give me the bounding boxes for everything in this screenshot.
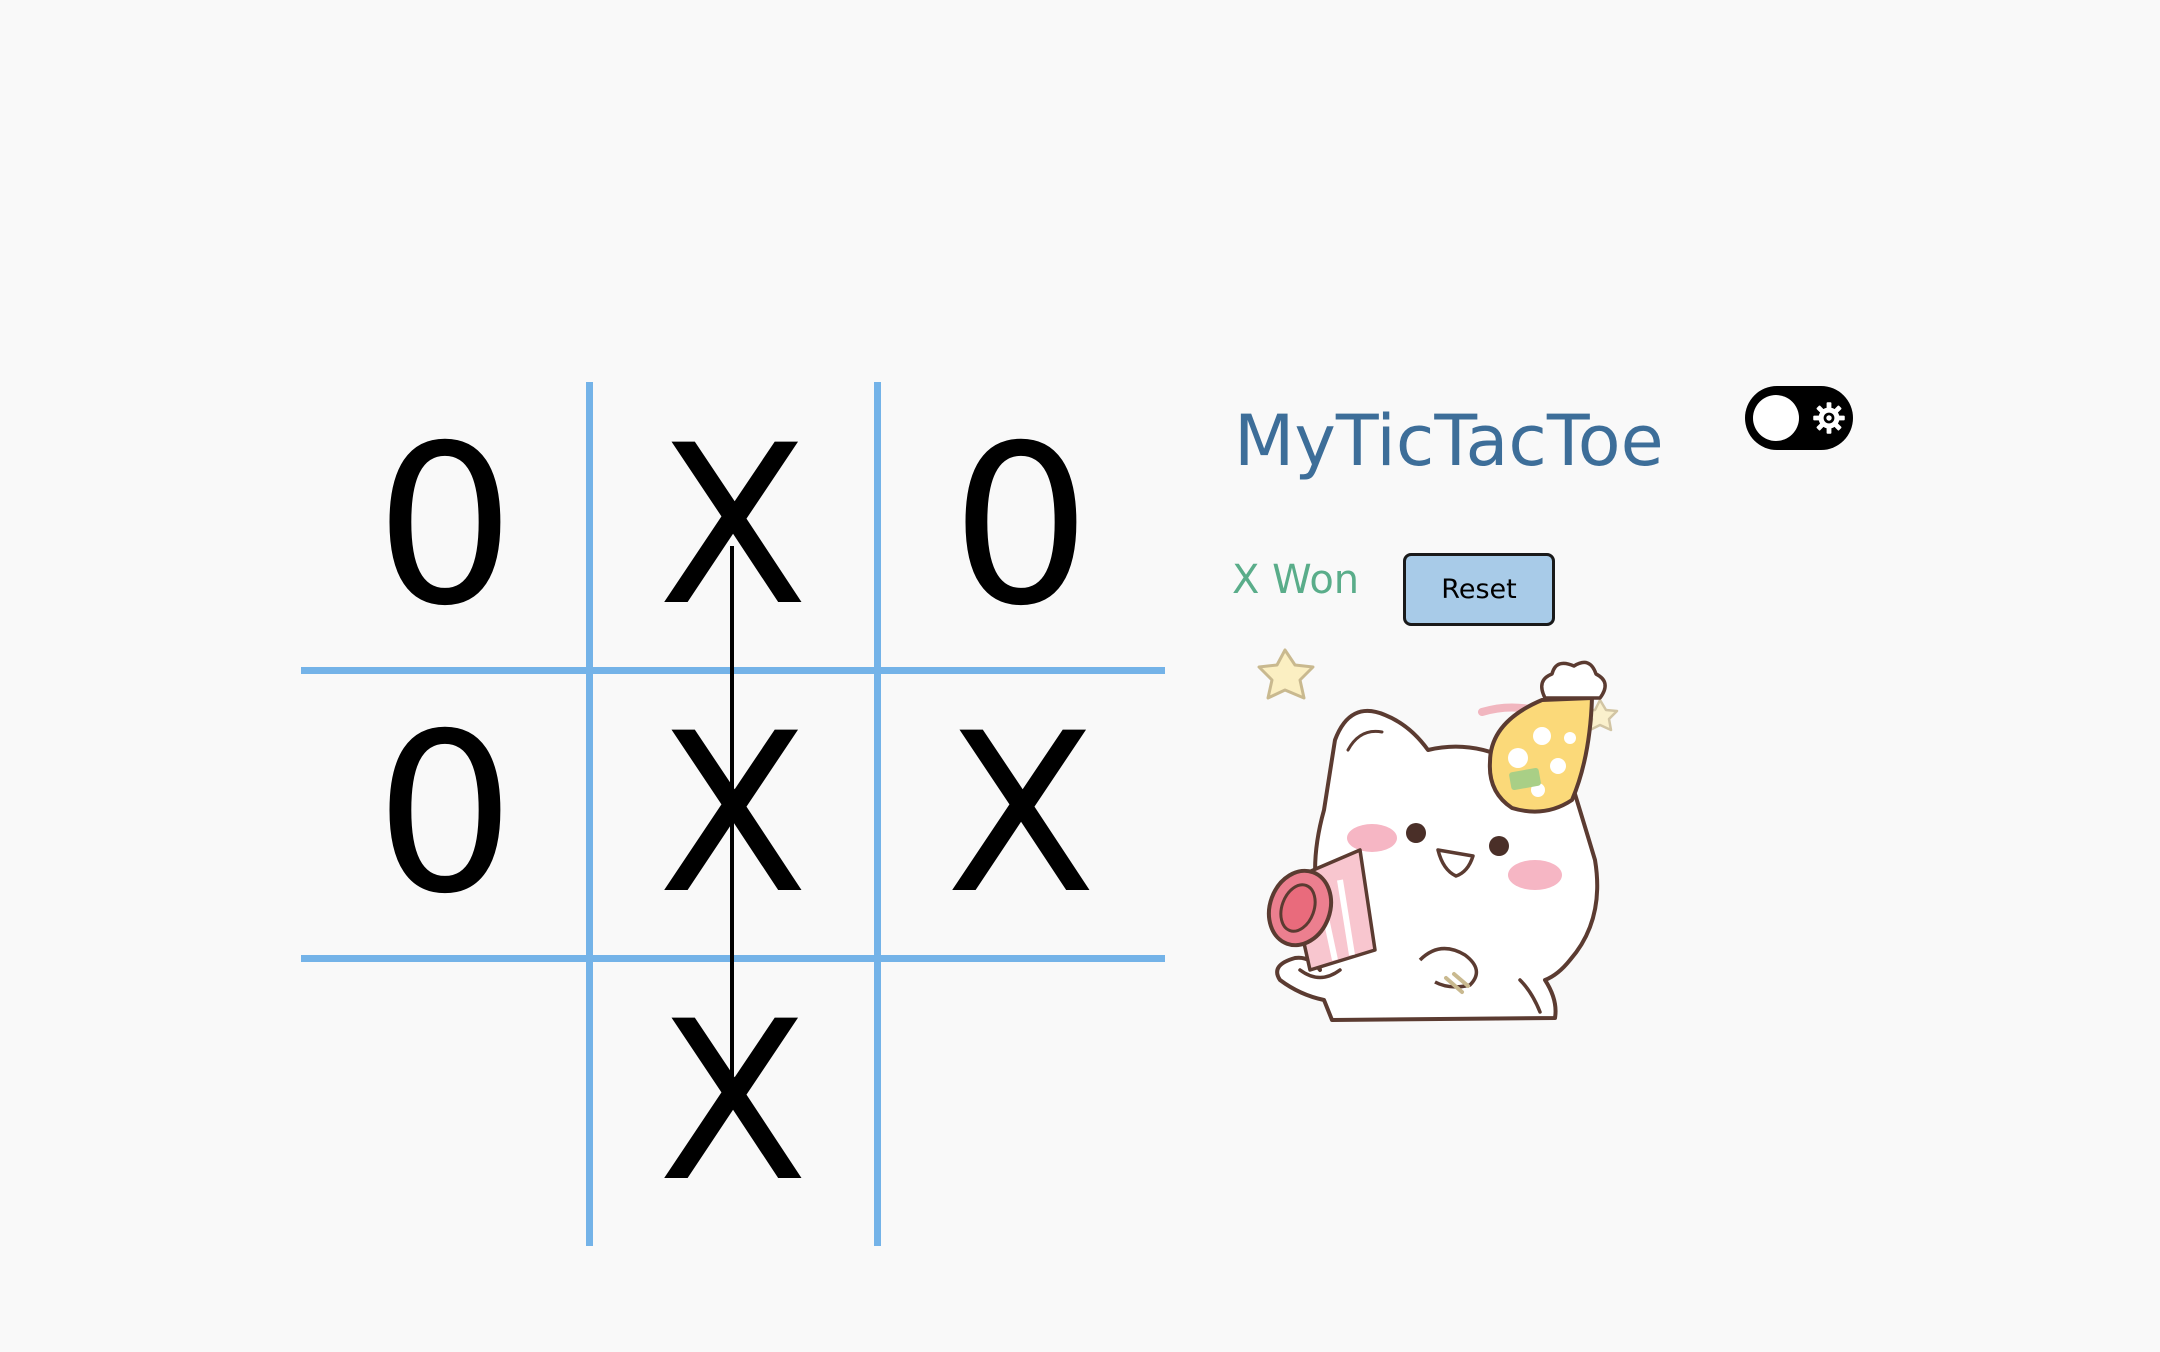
game-status: X Won (1232, 557, 1360, 603)
toggle-knob (1753, 395, 1799, 441)
board-cell-4[interactable]: 0 (301, 670, 589, 958)
page-title: MyTicTacToe (1234, 400, 1664, 482)
board-cell-8[interactable]: X (589, 958, 877, 1246)
board-cell-9[interactable] (877, 958, 1165, 1246)
board-cell-5[interactable]: X (589, 670, 877, 958)
game-board: 0 X 0 0 X X X (301, 382, 1165, 1246)
gear-icon (1813, 402, 1845, 434)
board-cell-3[interactable]: 0 (877, 382, 1165, 670)
board-cell-1[interactable]: 0 (301, 382, 589, 670)
board-cell-7[interactable] (301, 958, 589, 1246)
game-screen: 0 X 0 0 X X X MyTicTacToe X Won Reset (0, 0, 2160, 1352)
reset-button[interactable]: Reset (1403, 553, 1555, 626)
board-cell-6[interactable]: X (877, 670, 1165, 958)
party-cat-illustration (1257, 648, 1619, 1022)
theme-toggle[interactable] (1745, 386, 1853, 450)
board-cell-2[interactable]: X (589, 382, 877, 670)
